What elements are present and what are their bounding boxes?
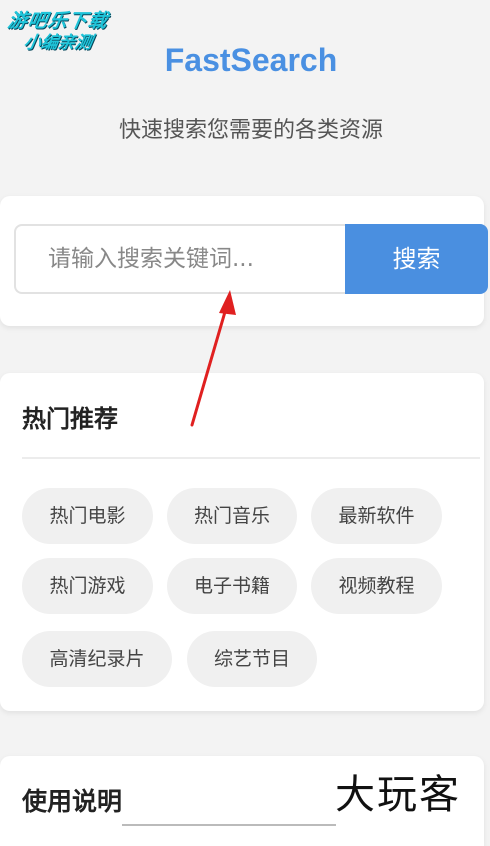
annotation-arrow-icon — [190, 290, 236, 427]
